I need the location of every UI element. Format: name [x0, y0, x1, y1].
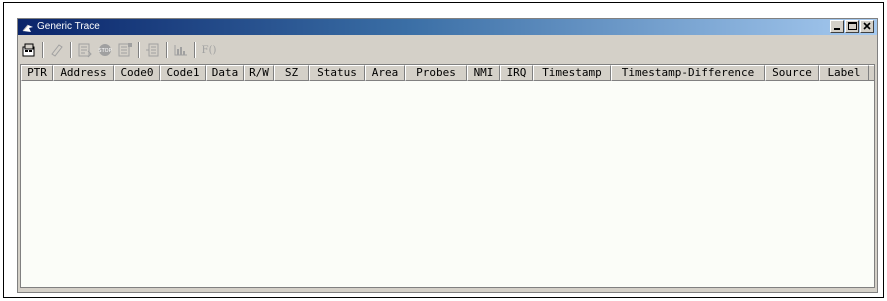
chart-button[interactable] [172, 41, 190, 59]
stop-icon: STOP [98, 44, 112, 56]
stop-button[interactable]: STOP [96, 41, 114, 59]
column-header[interactable]: Timestamp [533, 65, 611, 81]
title-bar[interactable]: Generic Trace [18, 19, 877, 35]
column-header[interactable]: Address [53, 65, 114, 81]
column-header[interactable]: R/W [244, 65, 274, 81]
list-button[interactable] [76, 41, 94, 59]
column-header[interactable]: IRQ [500, 65, 533, 81]
app-icon [22, 21, 34, 33]
svg-text:STOP: STOP [98, 48, 111, 54]
column-header[interactable]: PTR [21, 65, 53, 81]
toolbar-separator [166, 42, 168, 58]
function-button[interactable]: F() [200, 41, 218, 59]
window-title: Generic Trace [37, 21, 100, 32]
toolbar-separator [138, 42, 140, 58]
header-filler [869, 65, 874, 81]
function-icon: F() [201, 44, 217, 56]
config-button[interactable] [116, 41, 134, 59]
maximize-icon [848, 22, 857, 30]
config-icon [118, 43, 132, 57]
close-button[interactable] [860, 20, 874, 33]
toolbar-separator [42, 42, 44, 58]
eraser-icon [51, 44, 63, 57]
back-icon [146, 43, 159, 57]
trace-window: Generic Trace STOP F() PTR Address Code0… [17, 18, 878, 293]
clear-button[interactable] [48, 41, 66, 59]
close-icon [863, 22, 871, 30]
column-header[interactable]: NMI [467, 65, 500, 81]
minimize-button[interactable] [830, 20, 844, 33]
minimize-icon [834, 28, 840, 30]
toolbar-separator [70, 42, 72, 58]
column-header[interactable]: Timestamp-Difference [611, 65, 765, 81]
properties-button[interactable] [20, 41, 38, 59]
column-header[interactable]: Area [365, 65, 405, 81]
maximize-button[interactable] [845, 20, 859, 33]
column-header[interactable]: Code0 [114, 65, 160, 81]
back-button[interactable] [144, 41, 162, 59]
trace-list[interactable]: PTR Address Code0 Code1 Data R/W SZ Stat… [20, 64, 875, 288]
column-header[interactable]: Source [765, 65, 819, 81]
column-header[interactable]: Probes [405, 65, 467, 81]
chart-icon [174, 45, 187, 56]
column-header-row: PTR Address Code0 Code1 Data R/W SZ Stat… [21, 65, 874, 81]
toolbar-separator [194, 42, 196, 58]
column-header[interactable]: Label [819, 65, 869, 81]
toolbar: STOP F() [20, 39, 875, 61]
column-header[interactable]: Status [309, 65, 365, 81]
column-header[interactable]: Code1 [160, 65, 206, 81]
properties-icon [22, 43, 35, 57]
column-header[interactable]: SZ [274, 65, 309, 81]
list-icon [78, 43, 92, 58]
column-header[interactable]: Data [206, 65, 244, 81]
